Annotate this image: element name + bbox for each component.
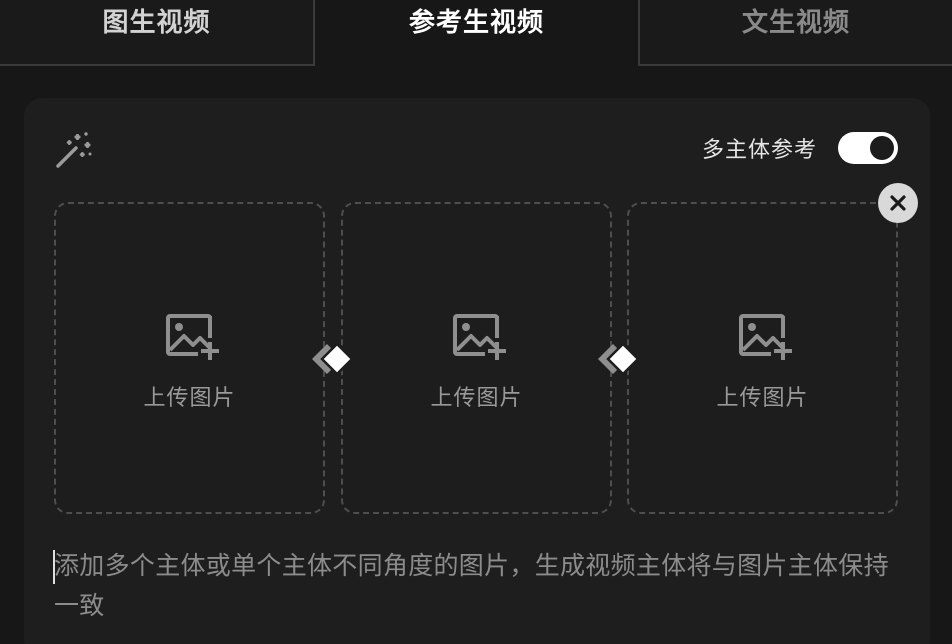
tab-text-to-video-label: 文生视频 [741, 8, 850, 38]
image-add-icon [739, 314, 792, 360]
upload-label: 上传图片 [716, 386, 809, 411]
upload-label: 上传图片 [143, 386, 236, 411]
upload-slot-3[interactable]: 上传图片 [627, 202, 898, 514]
image-add-icon [166, 314, 219, 360]
close-icon [890, 195, 906, 211]
multi-subject-toggle[interactable] [838, 132, 898, 164]
toggle-knob [870, 136, 894, 160]
remove-slot-button[interactable] [878, 183, 918, 223]
image-add-icon [453, 314, 506, 360]
diamond-link-icon [312, 342, 354, 376]
upload-slot-1[interactable]: 上传图片 [54, 202, 325, 514]
magic-wand-icon[interactable] [54, 128, 96, 170]
multi-subject-label: 多主体参考 [702, 138, 818, 163]
upload-label: 上传图片 [430, 386, 523, 411]
tab-text-to-video[interactable]: 文生视频 [638, 0, 952, 66]
upload-slot-2[interactable]: 上传图片 [341, 202, 612, 514]
tab-image-to-video-label: 图生视频 [102, 8, 211, 38]
diamond-link-icon [598, 342, 640, 376]
tab-reference-to-video-label: 参考生视频 [408, 8, 544, 38]
tab-image-to-video[interactable]: 图生视频 [0, 0, 315, 66]
prompt-input[interactable]: 添加多个主体或单个主体不同角度的图片，生成视频主体将与图片主体保持一致 [54, 546, 904, 626]
tab-reference-to-video[interactable]: 参考生视频 [315, 0, 638, 66]
reference-video-panel: 图生视频 参考生视频 文生视频 多主体参考 上传图片 上传图片 上传图片 添加多… [0, 0, 952, 644]
mode-tabs: 图生视频 参考生视频 文生视频 [0, 0, 952, 66]
